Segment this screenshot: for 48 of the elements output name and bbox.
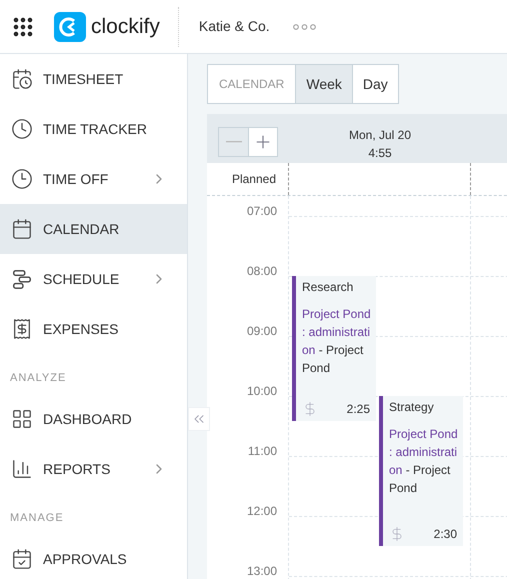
receipt-icon	[11, 318, 33, 340]
hour-label: 11:00	[248, 445, 277, 460]
view-tab[interactable]: Week	[295, 65, 352, 103]
bars-icon	[11, 268, 33, 290]
workspace-name[interactable]: Katie & Co.	[198, 16, 270, 37]
logo-text: clockify	[91, 14, 160, 40]
sidebar-label: CALENDAR	[43, 220, 120, 238]
entry-title: Strategy	[389, 399, 435, 415]
calendar-check-icon	[11, 548, 33, 570]
sidebar-label: EXPENSES	[43, 320, 120, 338]
day-total: 4:55	[368, 145, 392, 162]
hour-label: 13:00	[246, 565, 277, 579]
calendar-clock-icon	[11, 68, 33, 90]
section-heading: MANAGE	[10, 510, 64, 526]
clock-icon	[11, 168, 33, 190]
sidebar-label: APPROVALS	[43, 550, 128, 568]
collapse-button[interactable]	[188, 407, 210, 431]
sidebar-label: REPORTS	[43, 460, 112, 478]
clock-icon	[11, 118, 33, 140]
minus-icon	[226, 140, 242, 142]
more-icon[interactable]	[292, 24, 316, 30]
hour-label: 10:00	[246, 385, 277, 400]
section-heading: ANALYZE	[10, 370, 66, 386]
sidebar-label: DASHBOARD	[43, 410, 133, 428]
time-entry-card[interactable]: Research Project Pond : administration - Project Pond 2:25	[292, 276, 376, 421]
entry-duration: 2:25	[346, 401, 370, 418]
logo-icon	[54, 12, 86, 42]
sidebar-label: TIME OFF	[43, 170, 110, 188]
entry-title: Research	[302, 279, 354, 295]
sidebar-label: TIMESHEET	[43, 70, 124, 88]
hour-label: 08:00	[246, 265, 277, 280]
day-date: Mon, Jul 20	[348, 127, 412, 144]
sidebar-label: SCHEDULE	[43, 270, 120, 288]
entry-duration: 2:30	[434, 526, 457, 543]
entry-project: Project Pond : administration - Project Pond	[389, 426, 459, 497]
hour-label: 12:00	[246, 505, 277, 520]
view-switch-label: CALENDAR	[218, 76, 286, 93]
zoom-in-button[interactable]	[248, 128, 277, 156]
entry-project: Project Pond : administration - Project Pond	[302, 306, 372, 377]
bar-chart-icon	[11, 458, 33, 480]
planned-label: Planned	[232, 171, 276, 188]
grid-icon	[11, 408, 33, 430]
sidebar-label: TIME TRACKER	[43, 120, 148, 138]
hour-label: 07:00	[246, 205, 277, 220]
sidebar-item[interactable]: CALENDAR	[0, 204, 187, 254]
calendar-icon	[11, 218, 33, 240]
time-entry-card[interactable]: Strategy Project Pond : administration - Project Pond 2:30	[379, 396, 463, 546]
hour-label: 09:00	[246, 325, 277, 340]
